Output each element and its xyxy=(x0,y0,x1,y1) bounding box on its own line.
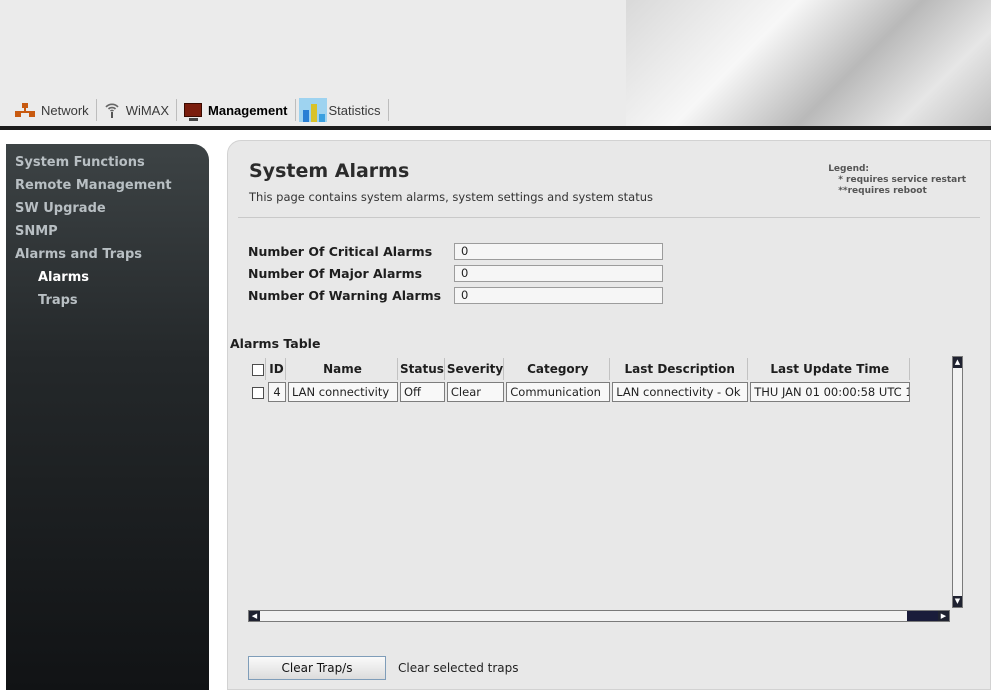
warning-alarms-label: Number Of Warning Alarms xyxy=(248,288,442,303)
column-header-name[interactable]: Name xyxy=(288,358,398,380)
scroll-left-icon[interactable]: ◀ xyxy=(249,611,260,621)
cell-last-update-time: THU JAN 01 00:00:58 UTC 1 xyxy=(750,382,911,402)
scroll-down-icon[interactable]: ▼ xyxy=(953,596,962,607)
header: Network WiMAX Management Statistics xyxy=(0,0,991,130)
legend-title: Legend: xyxy=(828,164,870,174)
legend-marker-restart: * xyxy=(838,175,843,185)
alarms-table-title: Alarms Table xyxy=(230,336,321,351)
scroll-up-icon[interactable]: ▲ xyxy=(953,357,962,368)
warning-alarms-field: 0 xyxy=(454,287,663,304)
select-all-checkbox[interactable] xyxy=(251,363,264,376)
page-description: This page contains system alarms, system… xyxy=(249,190,654,204)
alarms-table-container: ID Name Status Severity Category Last De… xyxy=(248,356,968,624)
row-select-cell xyxy=(250,382,266,402)
statistics-icon xyxy=(298,98,327,122)
tab-statistics[interactable]: Statistics xyxy=(296,96,388,124)
tab-wimax[interactable]: WiMAX xyxy=(97,96,176,124)
alarms-table: ID Name Status Severity Category Last De… xyxy=(248,356,912,404)
header-banner-image xyxy=(626,0,991,130)
row-checkbox[interactable] xyxy=(252,386,264,399)
cell-name: LAN connectivity xyxy=(288,382,398,402)
sidebar: System Functions Remote Management SW Up… xyxy=(6,144,209,690)
warning-alarms-row: Number Of Warning Alarms 0 xyxy=(248,287,663,304)
cell-last-description: LAN connectivity - Ok xyxy=(612,382,749,402)
management-icon xyxy=(184,103,203,121)
vertical-scrollbar[interactable]: ▲ ▼ xyxy=(952,356,963,608)
page-title: System Alarms xyxy=(249,160,410,182)
clear-traps-description: Clear selected traps xyxy=(398,661,519,675)
tab-management-label: Management xyxy=(208,102,288,118)
legend-reboot: requires reboot xyxy=(847,186,927,196)
major-alarms-row: Number Of Major Alarms 0 xyxy=(248,265,663,282)
column-header-category[interactable]: Category xyxy=(506,358,611,380)
table-row[interactable]: 4 LAN connectivity Off Clear Communicati… xyxy=(250,382,911,402)
column-header-id[interactable]: ID xyxy=(268,358,286,380)
sidebar-item-alarms-and-traps[interactable]: Alarms and Traps xyxy=(6,243,209,266)
network-icon xyxy=(15,103,35,117)
legend-marker-reboot: ** xyxy=(838,186,848,196)
sidebar-item-alarms[interactable]: Alarms xyxy=(6,266,209,289)
table-header-row: ID Name Status Severity Category Last De… xyxy=(250,358,911,380)
title-divider xyxy=(238,217,980,218)
column-header-severity[interactable]: Severity xyxy=(447,358,505,380)
main-panel: System Alarms This page contains system … xyxy=(227,140,991,690)
header-divider xyxy=(0,126,991,130)
major-alarms-label: Number Of Major Alarms xyxy=(248,266,423,281)
tab-network[interactable]: Network xyxy=(8,96,96,124)
major-alarms-field: 0 xyxy=(454,265,663,282)
sidebar-item-traps[interactable]: Traps xyxy=(6,289,209,312)
tab-wimax-label: WiMAX xyxy=(125,102,170,118)
tab-statistics-label: Statistics xyxy=(328,102,381,118)
column-header-last-description[interactable]: Last Description xyxy=(612,358,749,380)
sidebar-item-snmp[interactable]: SNMP xyxy=(6,220,209,243)
sidebar-item-system-functions[interactable]: System Functions xyxy=(6,151,209,174)
horizontal-scrollbar[interactable]: ◀ ▶ xyxy=(248,610,950,622)
critical-alarms-row: Number Of Critical Alarms 0 xyxy=(248,243,663,260)
column-header-last-update-time[interactable]: Last Update Time xyxy=(750,358,911,380)
nav-separator xyxy=(387,99,389,121)
cell-id: 4 xyxy=(268,382,286,402)
cell-status: Off xyxy=(400,382,445,402)
scroll-right-icon[interactable]: ▶ xyxy=(938,611,949,621)
clear-traps-button[interactable]: Clear Trap/s xyxy=(248,656,386,680)
sidebar-item-remote-management[interactable]: Remote Management xyxy=(6,174,209,197)
scroll-thumb[interactable] xyxy=(907,611,939,621)
tab-management[interactable]: Management xyxy=(177,96,294,124)
cell-severity: Clear xyxy=(446,382,505,402)
legend: Legend: * requires service restart **req… xyxy=(828,164,966,197)
tab-network-label: Network xyxy=(41,102,89,118)
legend-restart: requires service restart xyxy=(846,175,966,185)
sidebar-item-sw-upgrade[interactable]: SW Upgrade xyxy=(6,197,209,220)
column-header-status[interactable]: Status xyxy=(400,358,445,380)
top-navigation: Network WiMAX Management Statistics xyxy=(8,96,389,124)
cell-category: Communication xyxy=(506,382,611,402)
wimax-icon xyxy=(104,101,120,119)
critical-alarms-label: Number Of Critical Alarms xyxy=(248,244,433,259)
critical-alarms-field: 0 xyxy=(454,243,663,260)
select-all-header xyxy=(250,358,266,380)
